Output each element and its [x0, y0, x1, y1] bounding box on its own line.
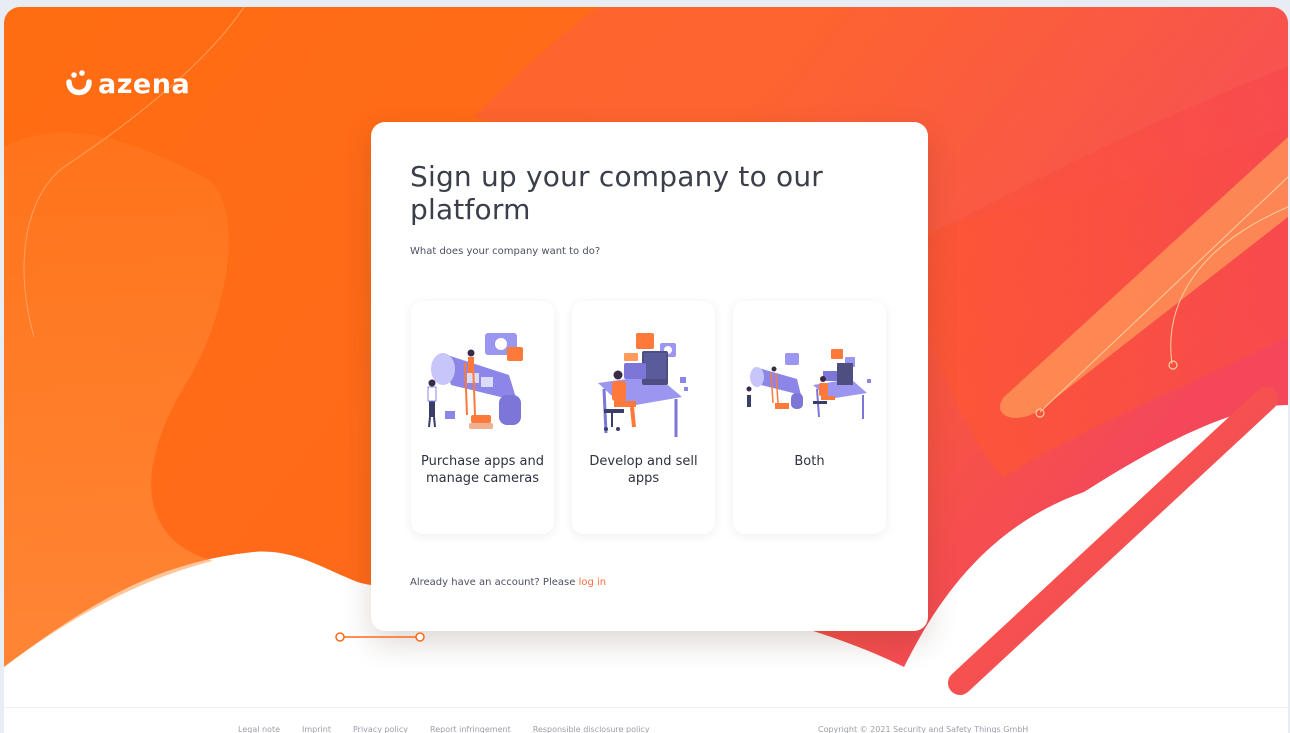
- camera-illustration-icon: [427, 333, 523, 429]
- option-list: Purchase apps and manage cameras Develop…: [411, 301, 886, 534]
- copyright-text: Copyright © 2021 Security and Safety Thi…: [818, 725, 1029, 733]
- option-both[interactable]: Both: [733, 301, 886, 534]
- option-label: Purchase apps and manage cameras: [421, 454, 544, 486]
- azena-logo-icon: [66, 69, 92, 95]
- brand-logo[interactable]: azena: [66, 69, 190, 100]
- footer: Legal note Imprint Privacy policy Report…: [4, 707, 1288, 733]
- login-prompt-row: Already have an account? Please log in: [410, 577, 606, 588]
- option-purchase-apps[interactable]: Purchase apps and manage cameras: [411, 301, 554, 534]
- developer-illustration-icon: [598, 333, 688, 437]
- footer-link-privacy-policy[interactable]: Privacy policy: [353, 725, 408, 733]
- page-subtitle: What does your company want to do?: [410, 246, 601, 257]
- footer-link-responsible-disclosure[interactable]: Responsible disclosure policy: [533, 725, 650, 733]
- login-link[interactable]: log in: [579, 577, 607, 588]
- footer-link-legal-note[interactable]: Legal note: [238, 725, 280, 733]
- footer-link-report-infringement[interactable]: Report infringement: [430, 725, 511, 733]
- page-title: Sign up your company to our platform: [410, 160, 823, 226]
- option-label: Both: [794, 454, 825, 469]
- app-window: azena Sign up your company to our platfo…: [4, 7, 1288, 733]
- footer-links: Legal note Imprint Privacy policy Report…: [238, 725, 650, 733]
- option-label: Develop and sell apps: [589, 454, 698, 486]
- brand-name: azena: [98, 69, 191, 100]
- combined-illustration-icon: [746, 349, 871, 419]
- login-prompt-text: Already have an account? Please: [410, 577, 576, 588]
- connector-decoration: [335, 632, 425, 642]
- footer-link-imprint[interactable]: Imprint: [302, 725, 331, 733]
- signup-card: Sign up your company to our platform Wha…: [371, 122, 928, 631]
- option-develop-apps[interactable]: Develop and sell apps: [572, 301, 715, 534]
